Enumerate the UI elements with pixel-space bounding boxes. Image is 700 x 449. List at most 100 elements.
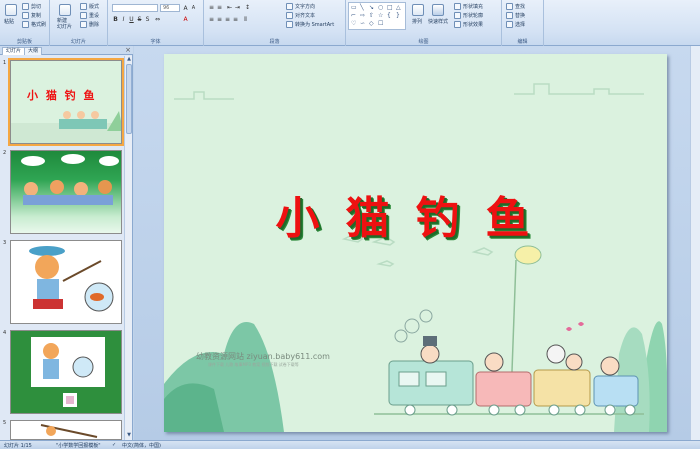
paragraph-label: 段落 bbox=[269, 39, 280, 45]
align-right-icon[interactable]: ≡ bbox=[224, 15, 231, 23]
triangle-shape-icon[interactable]: △ bbox=[396, 4, 401, 11]
decrease-indent-icon[interactable]: ⇤ bbox=[226, 3, 233, 11]
tab-outline[interactable]: 大纲 bbox=[24, 47, 43, 55]
slide-number-1: 1 bbox=[3, 60, 7, 66]
reset-button[interactable]: 重设 bbox=[80, 12, 99, 19]
slide-number-5: 5 bbox=[3, 420, 7, 426]
paste-icon[interactable] bbox=[5, 4, 17, 16]
font-color-icon[interactable]: A bbox=[182, 15, 189, 23]
slide-number-2: 2 bbox=[3, 150, 7, 156]
pane-scrollbar[interactable]: ▲ ▼ bbox=[124, 56, 132, 440]
align-text-button[interactable]: 对齐文本 bbox=[286, 12, 315, 19]
line-shape-icon[interactable]: ╲ bbox=[360, 4, 364, 11]
bullets-icon[interactable]: ≡ bbox=[208, 3, 215, 11]
bracket-shape-icon[interactable]: ⌐ bbox=[351, 12, 356, 19]
thumbnail-illustration bbox=[40, 424, 98, 438]
pane-tabs: 幻灯片 大纲 × bbox=[0, 46, 133, 55]
arrow-shape-icon[interactable]: ↘ bbox=[369, 4, 374, 11]
paste-button[interactable]: 粘贴 bbox=[4, 18, 14, 25]
heart-shape-icon[interactable]: ♡ bbox=[351, 20, 356, 27]
paragraph-group: ≡ ≡ ⇤ ⇥ ↕ ≡ ≡ ≡ ≡ ⫴ 文字方向 对齐文本 转换为 SmartA… bbox=[204, 0, 346, 46]
quick-styles-button[interactable]: 快速样式 bbox=[428, 18, 448, 25]
rect2-shape-icon[interactable]: □ bbox=[387, 4, 393, 11]
line-spacing-icon[interactable]: ↕ bbox=[244, 3, 251, 11]
drawing-label: 绘图 bbox=[418, 39, 429, 45]
tab-slides[interactable]: 幻灯片 bbox=[2, 47, 26, 55]
effects-icon bbox=[454, 21, 461, 28]
slide-title[interactable]: 小猫钓鱼 bbox=[164, 182, 667, 246]
arrange-button[interactable]: 排列 bbox=[412, 18, 422, 25]
pane-scroll-thumb[interactable] bbox=[126, 64, 132, 134]
arrange-icon[interactable] bbox=[412, 4, 424, 16]
slides-label: 幻灯片 bbox=[70, 39, 86, 45]
close-icon[interactable]: × bbox=[125, 46, 131, 54]
right-arrow-shape-icon[interactable]: ⇨ bbox=[360, 12, 365, 19]
brace2-shape-icon[interactable]: } bbox=[396, 12, 400, 19]
font-name-combo[interactable] bbox=[112, 4, 158, 12]
underline-icon[interactable]: U bbox=[128, 15, 135, 23]
delete-button[interactable]: 删除 bbox=[80, 21, 99, 28]
copy-button[interactable]: 复制 bbox=[22, 12, 41, 19]
columns-icon[interactable]: ⫴ bbox=[242, 15, 249, 23]
grow-font-icon[interactable]: A bbox=[182, 4, 189, 12]
curve-shape-icon[interactable]: ∽ bbox=[360, 20, 365, 27]
justify-icon[interactable]: ≡ bbox=[232, 15, 239, 23]
layout-button[interactable]: 版式 bbox=[80, 3, 99, 10]
copy-icon bbox=[22, 12, 29, 19]
slide-thumbnail-5[interactable] bbox=[10, 420, 122, 440]
new-slide-icon[interactable] bbox=[59, 4, 71, 16]
shapes-gallery[interactable]: ▭ ╲ ↘ ○ □ △ ⌐ ⇨ ⇧ ☆ { } ♡ ∽ ◇ ☐ bbox=[348, 2, 406, 30]
cut-button[interactable]: 剪切 bbox=[22, 3, 41, 10]
shape-fill-button[interactable]: 形状填充 bbox=[454, 3, 483, 10]
numbering-icon[interactable]: ≡ bbox=[216, 3, 223, 11]
slide-editor: 小猫钓鱼 幼教资源网站 ziyuan.baby611.com 课件下载 儿歌 故… bbox=[134, 46, 700, 440]
slide-thumbnail-2[interactable] bbox=[10, 150, 122, 234]
editor-scrollbar[interactable] bbox=[690, 46, 700, 440]
scroll-down-icon[interactable]: ▼ bbox=[125, 432, 133, 439]
slide-thumbnail-3[interactable] bbox=[10, 240, 122, 324]
scissors-icon bbox=[22, 3, 29, 10]
oval-shape-icon[interactable]: ○ bbox=[378, 4, 383, 11]
diamond-shape-icon[interactable]: ◇ bbox=[369, 20, 374, 27]
shadow-icon[interactable]: S bbox=[144, 15, 151, 23]
status-bar: 幻灯片 1/15 "小学数学回报模板" ✓ 中文(简体，中国) bbox=[0, 440, 700, 449]
smartart-icon bbox=[286, 21, 293, 28]
up-arrow-shape-icon[interactable]: ⇧ bbox=[369, 12, 374, 19]
star-shape-icon[interactable]: ☆ bbox=[378, 12, 383, 19]
replace-button[interactable]: 替换 bbox=[506, 12, 525, 19]
editing-label: 编辑 bbox=[517, 39, 528, 45]
spellcheck-icon[interactable]: ✓ bbox=[112, 442, 116, 448]
new-slide-button[interactable]: 新建 幻灯片 bbox=[57, 18, 72, 30]
slide-thumbnail-4[interactable] bbox=[10, 330, 122, 414]
thumbnail-illustration bbox=[21, 154, 119, 205]
callout-shape-icon[interactable]: ☐ bbox=[378, 20, 383, 27]
format-painter-button[interactable]: 格式刷 bbox=[22, 21, 46, 28]
shape-effects-button[interactable]: 形状效果 bbox=[454, 21, 483, 28]
convert-smartart-button[interactable]: 转换为 SmartArt bbox=[286, 21, 334, 28]
scroll-up-icon[interactable]: ▲ bbox=[125, 56, 133, 63]
text-direction-button[interactable]: 文字方向 bbox=[286, 3, 315, 10]
slides-pane: 幻灯片 大纲 × 1 小 猫 钓 鱼 2 3 4 5 ▲ ▼ bbox=[0, 46, 133, 440]
font-size-combo[interactable]: 96 bbox=[160, 4, 180, 12]
slide-count-status: 幻灯片 1/15 bbox=[4, 443, 32, 449]
align-center-icon[interactable]: ≡ bbox=[216, 15, 223, 23]
shape-outline-button[interactable]: 形状轮廓 bbox=[454, 12, 483, 19]
current-slide[interactable]: 小猫钓鱼 幼教资源网站 ziyuan.baby611.com 课件下载 儿歌 故… bbox=[164, 54, 667, 432]
replace-icon bbox=[506, 12, 513, 19]
strikethrough-icon[interactable]: S bbox=[136, 15, 143, 23]
increase-indent-icon[interactable]: ⇥ bbox=[234, 3, 241, 11]
brace-shape-icon[interactable]: { bbox=[387, 12, 391, 19]
slides-group: 新建 幻灯片 版式 重设 删除 幻灯片 bbox=[50, 0, 108, 46]
bold-icon[interactable]: B bbox=[112, 15, 119, 23]
spacing-icon[interactable]: ⇔ bbox=[154, 15, 161, 23]
italic-icon[interactable]: I bbox=[120, 15, 127, 23]
slide-thumbnail-1[interactable]: 小 猫 钓 鱼 bbox=[8, 58, 124, 146]
align-text-icon bbox=[286, 12, 293, 19]
quick-styles-icon[interactable] bbox=[432, 4, 444, 16]
align-left-icon[interactable]: ≡ bbox=[208, 15, 215, 23]
layout-icon bbox=[80, 3, 87, 10]
shrink-font-icon[interactable]: A bbox=[190, 4, 197, 11]
find-button[interactable]: 查找 bbox=[506, 3, 525, 10]
select-button[interactable]: 选择 bbox=[506, 21, 525, 28]
rectangle-shape-icon[interactable]: ▭ bbox=[351, 4, 357, 11]
